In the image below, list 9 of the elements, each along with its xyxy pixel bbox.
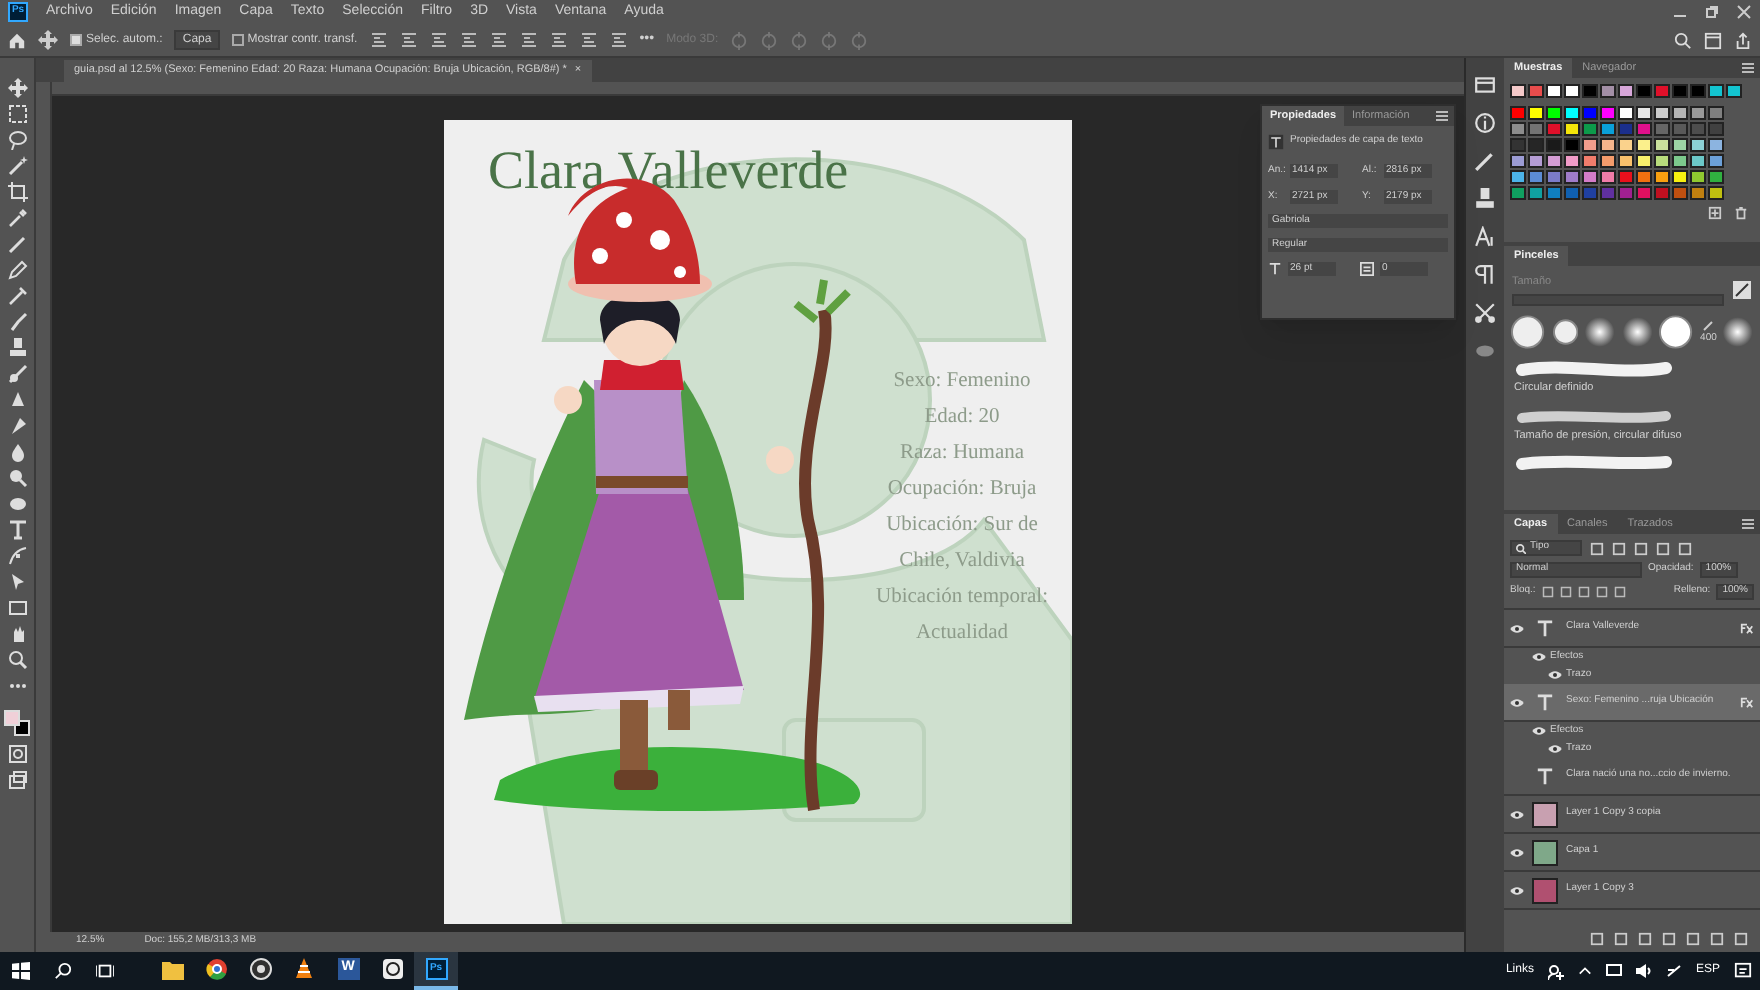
character-info-line: Chile, Valdivia (899, 548, 1025, 576)
character-info-line: Edad: 20 (924, 404, 1000, 432)
character-info-line: Sexo: Femenino (893, 368, 1031, 396)
character-info-line: Ubicación temporal: (875, 584, 1048, 612)
character-info-line: Ocupación: Bruja (887, 476, 1037, 504)
character-info-line: Raza: Humana (899, 440, 1025, 468)
document-title: Clara Valleverde (488, 144, 849, 198)
character-info-line: Actualidad (915, 620, 1009, 648)
character-info-line: Ubicación: Sur de (886, 512, 1038, 540)
